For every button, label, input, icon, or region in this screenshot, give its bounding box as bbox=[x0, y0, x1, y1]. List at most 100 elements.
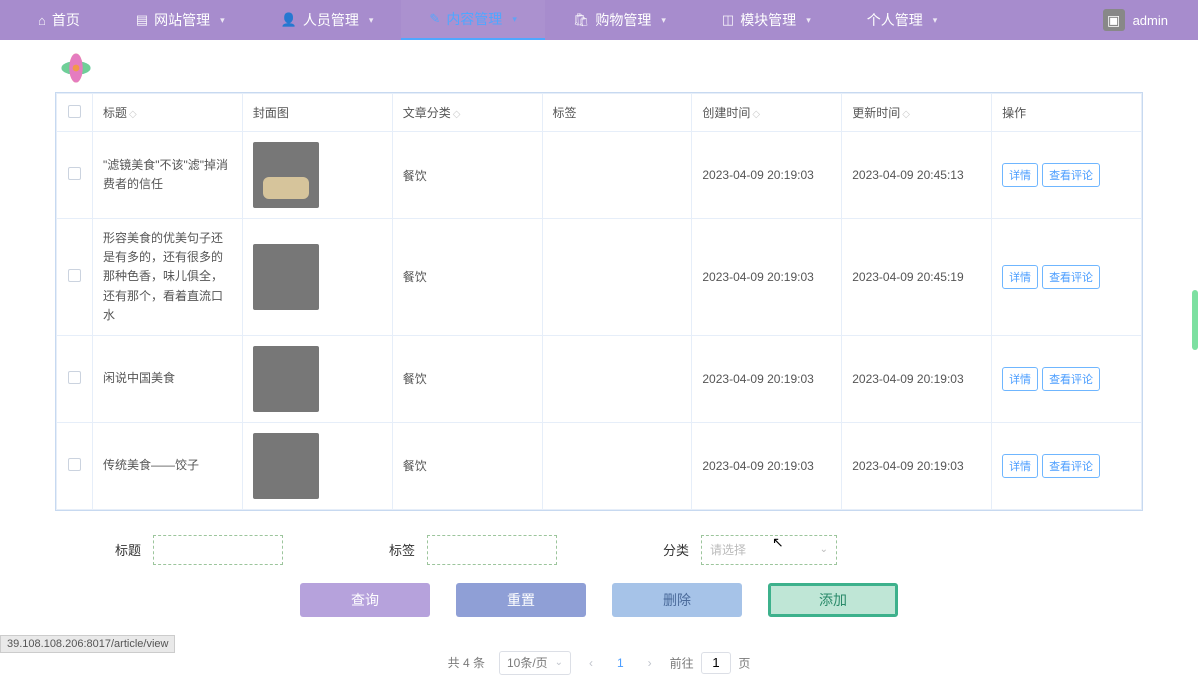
nav-staff[interactable]: 👤人员管理▾ bbox=[253, 0, 402, 40]
nav-shop[interactable]: 🛍购物管理▾ bbox=[545, 0, 694, 40]
cell-cover bbox=[242, 132, 392, 219]
detail-button[interactable]: 详情 bbox=[1002, 454, 1038, 478]
cell-created: 2023-04-09 20:19:03 bbox=[692, 219, 842, 336]
pager-goto: 前往 页 bbox=[670, 652, 751, 674]
filter-row: 标题 标签 分类 请选择 ⌄ bbox=[55, 535, 1143, 565]
scrollbar[interactable] bbox=[1192, 290, 1198, 350]
cell-category: 餐饮 bbox=[392, 335, 542, 422]
nav-site[interactable]: ▤ 网站管理 ▾ bbox=[108, 0, 253, 40]
cell-title: 形容美食的优美句子还是有多的，还有很多的那种色香，味儿俱全，还有那个，看着直流口… bbox=[93, 219, 243, 336]
select-all-checkbox[interactable] bbox=[68, 105, 81, 118]
add-button[interactable]: 添加 bbox=[768, 583, 898, 617]
nav-user[interactable]: ▣ admin bbox=[1103, 9, 1198, 31]
detail-button[interactable]: 详情 bbox=[1002, 367, 1038, 391]
table-row: 闲说中国美食 餐饮 2023-04-09 20:19:032023-04-09 20… bbox=[57, 335, 1142, 422]
cell-cover bbox=[242, 422, 392, 509]
top-nav: ⌂首页 ▤网站管理▾ 👤人员管理▾ ✎内容管理▾ 🛍购物管理▾ ◫模块管理▾ 个… bbox=[0, 0, 1198, 40]
cell-created: 2023-04-09 20:19:03 bbox=[692, 422, 842, 509]
pager-prev[interactable]: ‹ bbox=[585, 656, 597, 670]
detail-button[interactable]: 详情 bbox=[1002, 265, 1038, 289]
pagination: 共 4 条 10条/页⌄ ‹ 1 › 前往 页 bbox=[55, 651, 1143, 675]
select-placeholder: 请选择 bbox=[710, 541, 746, 558]
nav-content[interactable]: ✎内容管理▾ bbox=[401, 0, 544, 40]
filter-tag-label: 标签 bbox=[389, 540, 415, 559]
thumbnail bbox=[253, 244, 319, 310]
user-icon: 👤 bbox=[281, 12, 297, 28]
comments-button[interactable]: 查看评论 bbox=[1042, 163, 1100, 187]
pager-total: 共 4 条 bbox=[448, 654, 485, 671]
caret-icon: ▾ bbox=[661, 15, 666, 26]
table-row: 传统美食——饺子 餐饮 2023-04-09 20:19:032023-04-09 … bbox=[57, 422, 1142, 509]
comments-button[interactable]: 查看评论 bbox=[1042, 265, 1100, 289]
cell-tag bbox=[542, 422, 692, 509]
comments-button[interactable]: 查看评论 bbox=[1042, 454, 1100, 478]
table-header-row: 标题◇ 封面图 文章分类◇ 标签 创建时间◇ 更新时间◇ 操作 bbox=[57, 94, 1142, 132]
nav-label: 购物管理 bbox=[595, 10, 651, 30]
col-ops: 操作 bbox=[992, 94, 1142, 132]
nav-label: 模块管理 bbox=[740, 10, 796, 30]
row-checkbox[interactable] bbox=[68, 371, 81, 384]
cell-updated: 2023-04-09 20:19:03 bbox=[842, 422, 992, 509]
cell-created: 2023-04-09 20:19:03 bbox=[692, 335, 842, 422]
cell-updated: 2023-04-09 20:19:03 bbox=[842, 335, 992, 422]
cell-category: 餐饮 bbox=[392, 422, 542, 509]
col-category[interactable]: 文章分类◇ bbox=[392, 94, 542, 132]
delete-button[interactable]: 删除 bbox=[612, 583, 742, 617]
col-updated[interactable]: 更新时间◇ bbox=[842, 94, 992, 132]
cell-tag bbox=[542, 335, 692, 422]
pager-size-select[interactable]: 10条/页⌄ bbox=[499, 651, 571, 675]
nav-home[interactable]: ⌂ 首页 bbox=[10, 0, 108, 40]
caret-icon: ▾ bbox=[220, 15, 225, 26]
filter-category-label: 分类 bbox=[663, 540, 689, 559]
col-created[interactable]: 创建时间◇ bbox=[692, 94, 842, 132]
row-checkbox[interactable] bbox=[68, 167, 81, 180]
sort-icon: ◇ bbox=[453, 109, 461, 120]
filter-title-input[interactable] bbox=[153, 535, 283, 565]
caret-icon: ▾ bbox=[806, 15, 811, 26]
nav-label: 网站管理 bbox=[154, 10, 210, 30]
sheet-icon: ▤ bbox=[136, 12, 148, 28]
col-title[interactable]: 标题◇ bbox=[93, 94, 243, 132]
filter-category-select[interactable]: 请选择 ⌄ bbox=[701, 535, 837, 565]
caret-icon: ▾ bbox=[933, 15, 938, 26]
query-button[interactable]: 查询 bbox=[300, 583, 430, 617]
username: admin bbox=[1133, 13, 1168, 28]
nav-label: 首页 bbox=[52, 10, 80, 30]
cell-category: 餐饮 bbox=[392, 132, 542, 219]
table-row: 形容美食的优美句子还是有多的，还有很多的那种色香，味儿俱全，还有那个，看着直流口… bbox=[57, 219, 1142, 336]
module-icon: ◫ bbox=[722, 12, 734, 28]
content-table: 标题◇ 封面图 文章分类◇ 标签 创建时间◇ 更新时间◇ 操作 "滤镜美食"不该… bbox=[55, 92, 1143, 511]
thumbnail bbox=[253, 433, 319, 499]
nav-personal[interactable]: 个人管理 ▾ bbox=[839, 0, 966, 40]
cell-tag bbox=[542, 132, 692, 219]
pager-current[interactable]: 1 bbox=[611, 656, 630, 670]
pager-next[interactable]: › bbox=[644, 656, 656, 670]
nav-module[interactable]: ◫ 模块管理 ▾ bbox=[694, 0, 839, 40]
thumbnail bbox=[253, 142, 319, 208]
col-cover: 封面图 bbox=[242, 94, 392, 132]
cell-title: 传统美食——饺子 bbox=[93, 422, 243, 509]
filter-tag-input[interactable] bbox=[427, 535, 557, 565]
detail-button[interactable]: 详情 bbox=[1002, 163, 1038, 187]
home-icon: ⌂ bbox=[38, 13, 46, 28]
cell-created: 2023-04-09 20:19:03 bbox=[692, 132, 842, 219]
table-row: "滤镜美食"不该"滤"掉消费者的信任餐饮2023-04-09 20:19:032… bbox=[57, 132, 1142, 219]
cell-ops: 详情查看评论 bbox=[992, 335, 1142, 422]
avatar: ▣ bbox=[1103, 9, 1125, 31]
sort-icon: ◇ bbox=[129, 109, 137, 120]
cell-ops: 详情查看评论 bbox=[992, 422, 1142, 509]
caret-icon: ▾ bbox=[512, 14, 517, 25]
nav-label: 个人管理 bbox=[867, 10, 923, 30]
reset-button[interactable]: 重置 bbox=[456, 583, 586, 617]
chevron-down-icon: ⌄ bbox=[820, 544, 828, 555]
cell-updated: 2023-04-09 20:45:19 bbox=[842, 219, 992, 336]
cell-cover bbox=[242, 335, 392, 422]
row-checkbox[interactable] bbox=[68, 458, 81, 471]
cell-tag bbox=[542, 219, 692, 336]
caret-icon: ▾ bbox=[369, 15, 374, 26]
cell-title: 闲说中国美食 bbox=[93, 335, 243, 422]
pager-goto-input[interactable] bbox=[701, 652, 731, 674]
comments-button[interactable]: 查看评论 bbox=[1042, 367, 1100, 391]
row-checkbox[interactable] bbox=[68, 269, 81, 282]
logo bbox=[48, 40, 104, 96]
